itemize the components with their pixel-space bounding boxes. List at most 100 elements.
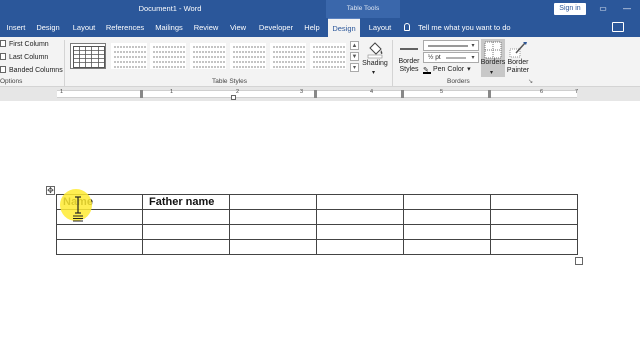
- chevron-down-icon: ▾: [467, 66, 471, 73]
- ruler-number: 3: [300, 89, 304, 95]
- table-style-thumb[interactable]: [230, 43, 266, 69]
- tab-references[interactable]: References: [104, 18, 146, 37]
- shading-button[interactable]: Shading ▾: [362, 39, 388, 77]
- border-styles-label: Border Styles: [398, 58, 420, 73]
- banded-columns-checkbox[interactable]: Banded Columns: [0, 66, 63, 76]
- tell-me-text: Tell me what you want to do: [418, 23, 511, 32]
- line-weight-dropdown[interactable]: ½ pt ▾: [423, 52, 479, 63]
- column-marker-icon[interactable]: [401, 90, 404, 98]
- table-row: [56, 239, 578, 255]
- table-cell[interactable]: [56, 224, 143, 240]
- border-painter-label: Border Painter: [506, 59, 530, 74]
- title-bar: Document1 - Word Table Tools Sign in ▭ —: [0, 0, 640, 18]
- ruler-page-area: [57, 90, 577, 98]
- table-row: [56, 209, 578, 225]
- table-style-thumb[interactable]: [111, 43, 147, 69]
- tab-mailings[interactable]: Mailings: [151, 18, 187, 37]
- lightbulb-icon: [404, 23, 410, 31]
- share-icon[interactable]: [612, 22, 624, 32]
- tab-table-design[interactable]: Design: [328, 18, 360, 37]
- restore-icon[interactable]: ▭: [596, 2, 610, 16]
- tab-help[interactable]: Help: [300, 18, 324, 37]
- dialog-launcher-icon[interactable]: ↘: [528, 78, 533, 85]
- table-cell[interactable]: [316, 209, 404, 225]
- table-cell[interactable]: [316, 224, 404, 240]
- paint-brush-icon: [509, 42, 527, 58]
- tab-developer[interactable]: Developer: [255, 18, 297, 37]
- table-cell[interactable]: [229, 194, 317, 210]
- table-style-thumb[interactable]: [270, 43, 306, 69]
- document-table[interactable]: Name Father name: [56, 194, 578, 255]
- first-column-checkbox[interactable]: First Column: [0, 40, 49, 50]
- table-cell[interactable]: [316, 239, 404, 255]
- pen-color-label: Pen Color: [433, 66, 465, 73]
- table-cell[interactable]: [56, 239, 143, 255]
- chevron-down-icon: ▾: [471, 43, 475, 49]
- table-row: [56, 224, 578, 240]
- checkbox-icon[interactable]: [0, 40, 6, 47]
- table-resize-handle-icon[interactable]: [575, 257, 583, 265]
- tab-insert[interactable]: Insert: [2, 18, 30, 37]
- tab-view[interactable]: View: [226, 18, 250, 37]
- style-options-group-label: Options: [0, 78, 23, 85]
- first-column-label: First Column: [9, 41, 49, 48]
- tab-review[interactable]: Review: [191, 18, 221, 37]
- table-cell[interactable]: [490, 209, 578, 225]
- table-row: Name Father name: [56, 194, 578, 210]
- chevron-down-icon: ▾: [471, 55, 475, 61]
- table-cell[interactable]: [142, 239, 230, 255]
- table-tools-label: Table Tools: [326, 0, 400, 18]
- tab-layout[interactable]: Layout: [68, 18, 100, 37]
- table-cell[interactable]: [142, 224, 230, 240]
- table-cell[interactable]: [403, 209, 491, 225]
- table-cell[interactable]: [490, 224, 578, 240]
- table-cell[interactable]: [229, 209, 317, 225]
- column-marker-icon[interactable]: [314, 90, 317, 98]
- border-line-icon: [400, 48, 418, 50]
- table-style-thumb[interactable]: [310, 43, 346, 69]
- column-marker-icon[interactable]: [488, 90, 491, 98]
- table-move-handle-icon[interactable]: ✥: [46, 186, 55, 195]
- tab-design[interactable]: Design: [33, 18, 63, 37]
- borders-group-label: Borders: [447, 78, 470, 85]
- ruler-number: 7: [575, 89, 579, 95]
- last-column-label: Last Column: [9, 54, 49, 61]
- horizontal-ruler[interactable]: 1 1 2 3 4 5 6 7: [0, 87, 640, 101]
- border-styles-button[interactable]: Border Styles: [396, 39, 422, 77]
- sign-in-button[interactable]: Sign in: [554, 3, 586, 15]
- minimize-icon[interactable]: —: [620, 2, 634, 16]
- line-weight-value: ½ pt: [428, 54, 441, 61]
- table-cell[interactable]: Father name: [142, 194, 230, 210]
- ribbon: First Column Last Column Banded Columns …: [0, 37, 640, 87]
- borders-button[interactable]: Borders ▾: [481, 39, 505, 77]
- pen-color-button[interactable]: ✎ Pen Color ▾: [423, 65, 471, 75]
- table-cell[interactable]: [229, 239, 317, 255]
- table-cell[interactable]: [403, 194, 491, 210]
- indent-marker-icon[interactable]: [231, 95, 236, 100]
- table-cell[interactable]: [403, 239, 491, 255]
- window-title: Document1 - Word: [138, 4, 202, 13]
- column-marker-icon[interactable]: [140, 90, 143, 98]
- line-style-dropdown[interactable]: ▾: [423, 40, 479, 51]
- shading-label: Shading: [362, 60, 388, 67]
- checkbox-icon[interactable]: [0, 53, 6, 60]
- border-painter-button[interactable]: Border Painter: [507, 39, 529, 77]
- tell-me-search[interactable]: Tell me what you want to do: [404, 18, 511, 37]
- paint-bucket-icon: [367, 42, 383, 59]
- gallery-up-icon[interactable]: ▲: [350, 41, 359, 50]
- table-style-thumb[interactable]: [150, 43, 186, 69]
- last-column-checkbox[interactable]: Last Column: [0, 53, 48, 63]
- table-style-plain-grid[interactable]: [70, 43, 106, 69]
- table-cell[interactable]: [316, 194, 404, 210]
- table-styles-group-label: Table Styles: [212, 78, 248, 85]
- ruler-number: 1: [170, 89, 174, 95]
- checkbox-icon[interactable]: [0, 66, 6, 73]
- table-cell[interactable]: [490, 239, 578, 255]
- table-cell[interactable]: [490, 194, 578, 210]
- tab-table-layout[interactable]: Layout: [364, 18, 396, 37]
- ruler-number: 5: [440, 89, 444, 95]
- table-cell[interactable]: [142, 209, 230, 225]
- table-cell[interactable]: [403, 224, 491, 240]
- table-style-thumb[interactable]: [190, 43, 226, 69]
- table-cell[interactable]: [229, 224, 317, 240]
